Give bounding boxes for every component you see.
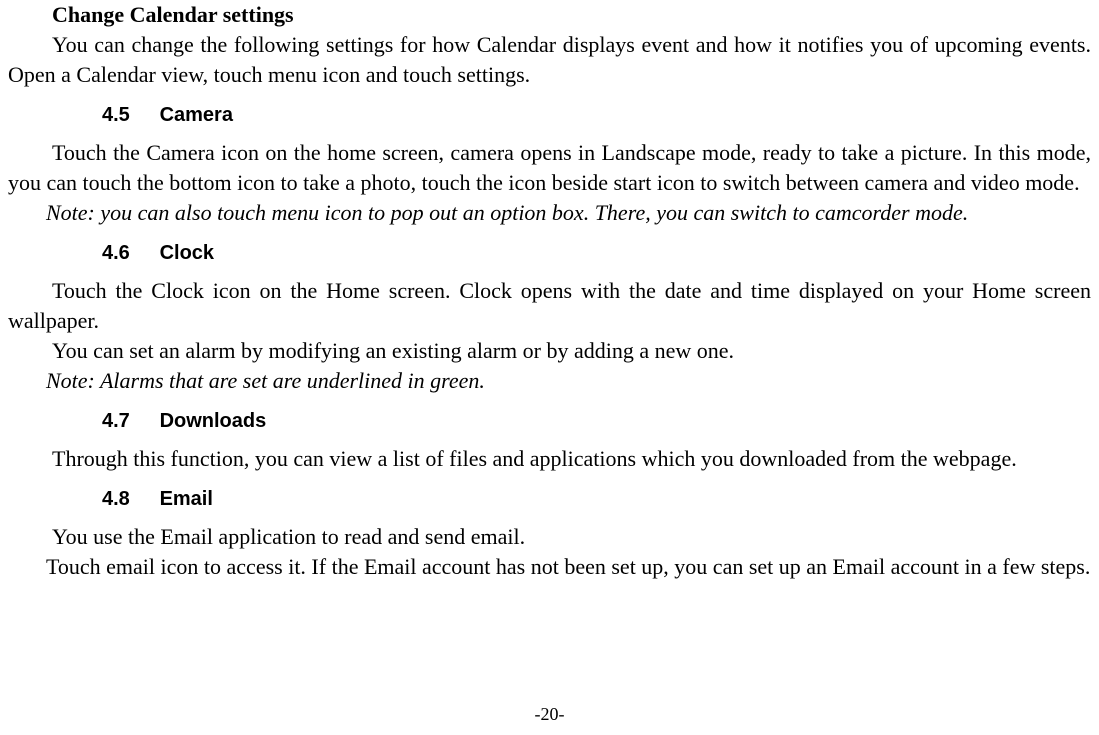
section-4-6-title: Clock xyxy=(160,242,214,264)
section-4-8-body2: Touch email icon to access it. If the Em… xyxy=(8,552,1091,582)
section-4-8-heading: 4.8 Email xyxy=(8,484,1091,514)
section-4-6-heading: 4.6 Clock xyxy=(8,238,1091,268)
section-4-5-body: Touch the Camera icon on the home screen… xyxy=(8,138,1091,198)
section-4-8-num: 4.8 xyxy=(102,484,154,514)
section-4-5-note: Note: you can also touch menu icon to po… xyxy=(8,198,1091,228)
section-4-7-num: 4.7 xyxy=(102,406,154,436)
section-4-8-title: Email xyxy=(160,488,213,510)
page: Change Calendar settings You can change … xyxy=(0,0,1099,735)
section-4-5-title: Camera xyxy=(160,104,233,126)
section-4-7-title: Downloads xyxy=(160,410,267,432)
section-4-5-num: 4.5 xyxy=(102,100,154,130)
section-4-7-heading: 4.7 Downloads xyxy=(8,406,1091,436)
section-4-8-body1: You use the Email application to read an… xyxy=(8,522,1091,552)
calendar-settings-body: You can change the following settings fo… xyxy=(8,30,1091,90)
section-4-6-body2: You can set an alarm by modifying an exi… xyxy=(8,336,1091,366)
section-4-6-note: Note: Alarms that are set are underlined… xyxy=(8,366,1091,396)
calendar-settings-heading: Change Calendar settings xyxy=(8,0,1091,30)
section-4-6-body1: Touch the Clock icon on the Home screen.… xyxy=(8,276,1091,336)
section-4-6-num: 4.6 xyxy=(102,238,154,268)
section-4-5-heading: 4.5 Camera xyxy=(8,100,1091,130)
page-number: -20- xyxy=(0,704,1099,725)
section-4-7-body: Through this function, you can view a li… xyxy=(8,444,1091,474)
